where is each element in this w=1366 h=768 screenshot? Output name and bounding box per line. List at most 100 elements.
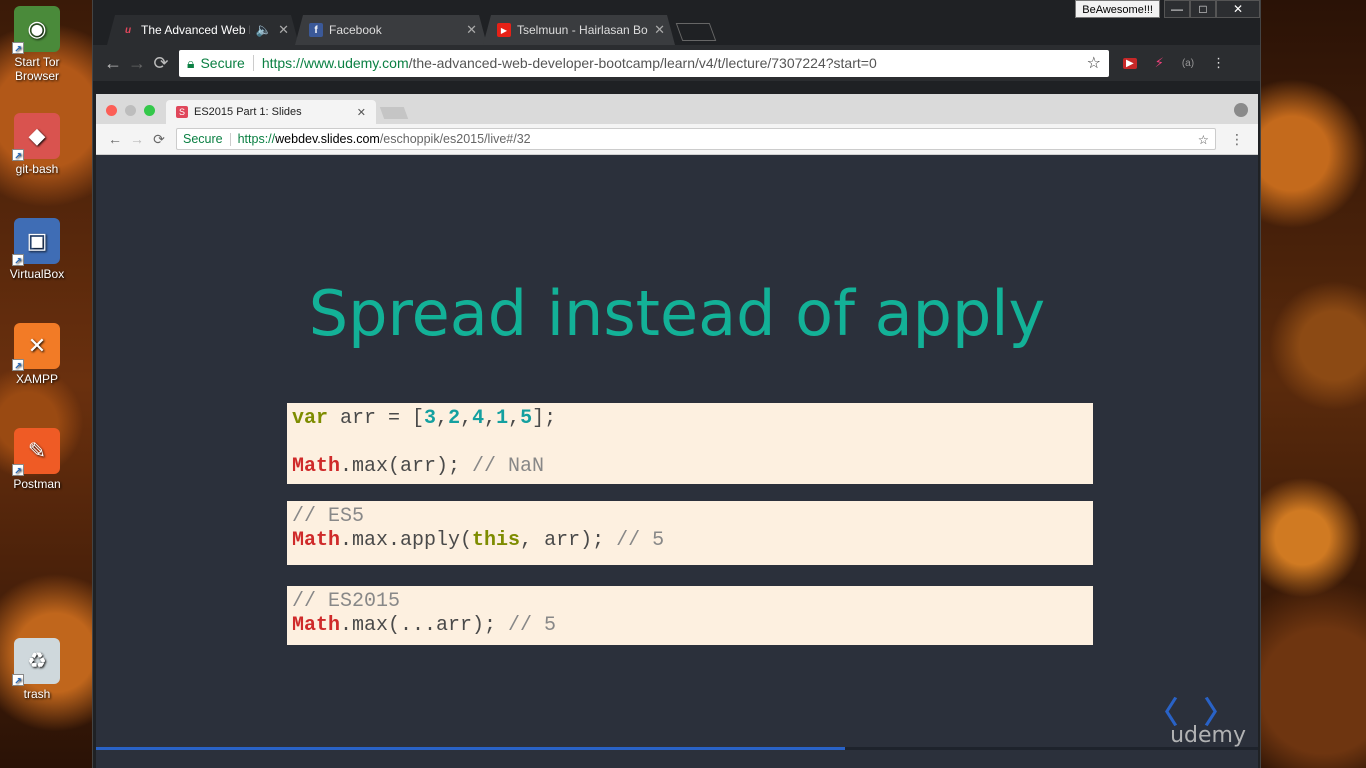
inner-menu-icon[interactable]: ⋮ — [1226, 131, 1248, 148]
close-window-button[interactable]: ✕ — [1216, 0, 1260, 18]
code-token: .max.apply( — [340, 529, 473, 552]
slide-progress-fill — [96, 747, 846, 750]
youtube-icon: ▶ — [497, 23, 511, 37]
udemy-watermark: udemy — [1170, 723, 1246, 748]
code-token: ]; — [532, 407, 557, 430]
code-token: arr = [ — [328, 407, 425, 430]
close-dot-icon[interactable] — [106, 105, 117, 116]
maximize-button[interactable]: □ — [1190, 0, 1216, 18]
tab-close-icon[interactable]: ✕ — [654, 22, 665, 38]
tab-title: Tselmuun - Hairlasan Bol — [517, 23, 649, 37]
tab-close-icon[interactable]: ✕ — [357, 106, 366, 119]
inner-new-tab-button[interactable] — [379, 107, 409, 119]
desktop-icon-label: Postman — [13, 477, 61, 491]
url-path: /eschoppik/es2015/live#/32 — [379, 132, 531, 146]
code-line: Math.max.apply(this, arr); // 5 — [292, 529, 1088, 553]
tab-title: The Advanced Web D — [141, 23, 250, 37]
reload-icon[interactable]: ⟳ — [148, 131, 170, 148]
url-scheme: https:// — [237, 132, 276, 146]
code-token: , — [508, 407, 521, 430]
divider — [229, 132, 231, 146]
browser-toolbar: ← → ⟳ 🔒︎ Secure https://www.udemy.com/th… — [93, 45, 1260, 81]
extension-icon-2[interactable]: ⚡ — [1155, 55, 1164, 71]
tab-youtube[interactable]: ▶ Tselmuun - Hairlasan Bol ✕ — [483, 15, 675, 45]
extension-icon-1[interactable]: ▶ — [1123, 57, 1137, 69]
zoom-dot-icon[interactable] — [144, 105, 155, 116]
code-token: 3 — [424, 407, 437, 430]
desktop-icon-label: git-bash — [15, 162, 59, 176]
desktop-icon-virtualbox[interactable]: ▣ ↗ VirtualBox — [4, 218, 70, 281]
tab-facebook[interactable]: f Facebook ✕ — [295, 15, 487, 45]
slides-icon: S — [176, 106, 188, 118]
secure-label[interactable]: Secure — [183, 132, 223, 146]
new-tab-button[interactable] — [675, 23, 717, 41]
tab-close-icon[interactable]: ✕ — [466, 22, 477, 38]
minimize-button[interactable]: — — [1164, 0, 1190, 18]
desktop-icon-label: VirtualBox — [9, 267, 65, 281]
code-token: Math — [292, 455, 341, 478]
trash-icon: ♻ ↗ — [12, 638, 60, 686]
forward-icon[interactable]: → — [125, 53, 149, 74]
code-token: Math — [292, 529, 341, 552]
tab-close-icon[interactable]: ✕ — [278, 22, 289, 38]
tab-udemy[interactable]: u The Advanced Web D 🔈 ✕ — [107, 15, 299, 45]
desktop-icon-postman[interactable]: ✎ ↗ Postman — [4, 428, 70, 491]
code-token: Math — [292, 614, 341, 637]
code-token: 4 — [472, 407, 485, 430]
back-icon[interactable]: ← — [104, 131, 126, 147]
udemy-icon: u — [124, 24, 132, 36]
url-text[interactable]: https://www.udemy.com/the-advanced-web-d… — [262, 55, 877, 71]
git-bash-icon: ◆ ↗ — [12, 113, 60, 161]
desktop-icon-trash[interactable]: ♻ ↗ trash — [4, 638, 70, 701]
user-avatar-icon[interactable] — [1234, 103, 1248, 117]
reload-icon[interactable]: ⟳ — [149, 53, 173, 74]
code-token: .max(arr); — [340, 455, 473, 478]
start-tor-icon: ◉ ↗ — [12, 6, 60, 54]
code-token: , — [484, 407, 497, 430]
lock-icon: 🔒︎ — [187, 54, 195, 71]
code-token: // NaN — [472, 455, 545, 478]
address-bar[interactable]: 🔒︎ Secure https://www.udemy.com/the-adva… — [179, 49, 1109, 77]
url-path: /the-advanced-web-developer-bootcamp/lea… — [408, 55, 877, 71]
forward-icon[interactable]: → — [126, 131, 148, 147]
back-icon[interactable]: ← — [101, 53, 125, 74]
slide-progress-bar — [96, 747, 1258, 750]
code-token: 1 — [496, 407, 509, 430]
inner-tab-slides[interactable]: S ES2015 Part 1: Slides ✕ — [166, 100, 376, 124]
code-line: // ES2015 — [292, 590, 1088, 614]
inner-toolbar: ← → ⟳ Secure https://webdev.slides.com/e… — [96, 124, 1258, 155]
divider — [252, 55, 254, 71]
url-domain: webdev.slides.com — [275, 132, 380, 146]
code-block: // ES5 Math.max.apply(this, arr); // 5 — [287, 501, 1093, 565]
window-controls: BeAwesome!!! — □ ✕ — [1075, 0, 1260, 18]
code-token: // ES2015 — [292, 590, 401, 613]
inner-titlebar: S ES2015 Part 1: Slides ✕ — [96, 94, 1258, 124]
chrome-menu-icon[interactable]: ⋮ — [1212, 55, 1225, 71]
code-line: Math.max(arr); // NaN — [292, 455, 1088, 479]
profile-button[interactable]: BeAwesome!!! — [1075, 0, 1160, 18]
minimize-dot-icon[interactable] — [125, 105, 136, 116]
shortcut-arrow-icon: ↗ — [12, 254, 24, 266]
code-token: .max(...arr); — [340, 614, 509, 637]
secure-indicator[interactable]: 🔒︎ Secure — [187, 55, 245, 72]
code-block: var arr = [3,2,4,1,5]; Math.max(arr); // … — [287, 403, 1093, 484]
shortcut-arrow-icon: ↗ — [12, 359, 24, 371]
desktop-icon-xampp[interactable]: ✕ ↗ XAMPP — [4, 323, 70, 386]
virtualbox-icon: ▣ ↗ — [12, 218, 60, 266]
inner-address-bar[interactable]: Secure https://webdev.slides.com/eschopp… — [176, 128, 1216, 150]
code-token: , arr); — [520, 529, 617, 552]
inner-tab-title: ES2015 Part 1: Slides — [194, 106, 302, 118]
inner-browser: S ES2015 Part 1: Slides ✕ ← → ⟳ Secure h… — [96, 94, 1258, 768]
xampp-icon: ✕ ↗ — [12, 323, 60, 371]
desktop-icon-start-tor[interactable]: ◉ ↗ Start Tor Browser — [4, 6, 70, 83]
facebook-icon: f — [309, 23, 323, 37]
extension-icon-3[interactable]: (a) — [1182, 58, 1194, 69]
bookmark-star-icon[interactable]: ☆ — [1198, 132, 1209, 147]
desktop-icon-git-bash[interactable]: ◆ ↗ git-bash — [4, 113, 70, 176]
speaker-icon[interactable]: 🔈 — [256, 22, 272, 38]
bookmark-star-icon[interactable]: ☆ — [1087, 53, 1101, 73]
code-token: , — [460, 407, 473, 430]
shortcut-arrow-icon: ↗ — [12, 464, 24, 476]
code-line: var arr = [3,2,4,1,5]; — [292, 407, 1088, 431]
inner-url-text[interactable]: https://webdev.slides.com/eschoppik/es20… — [238, 132, 531, 146]
